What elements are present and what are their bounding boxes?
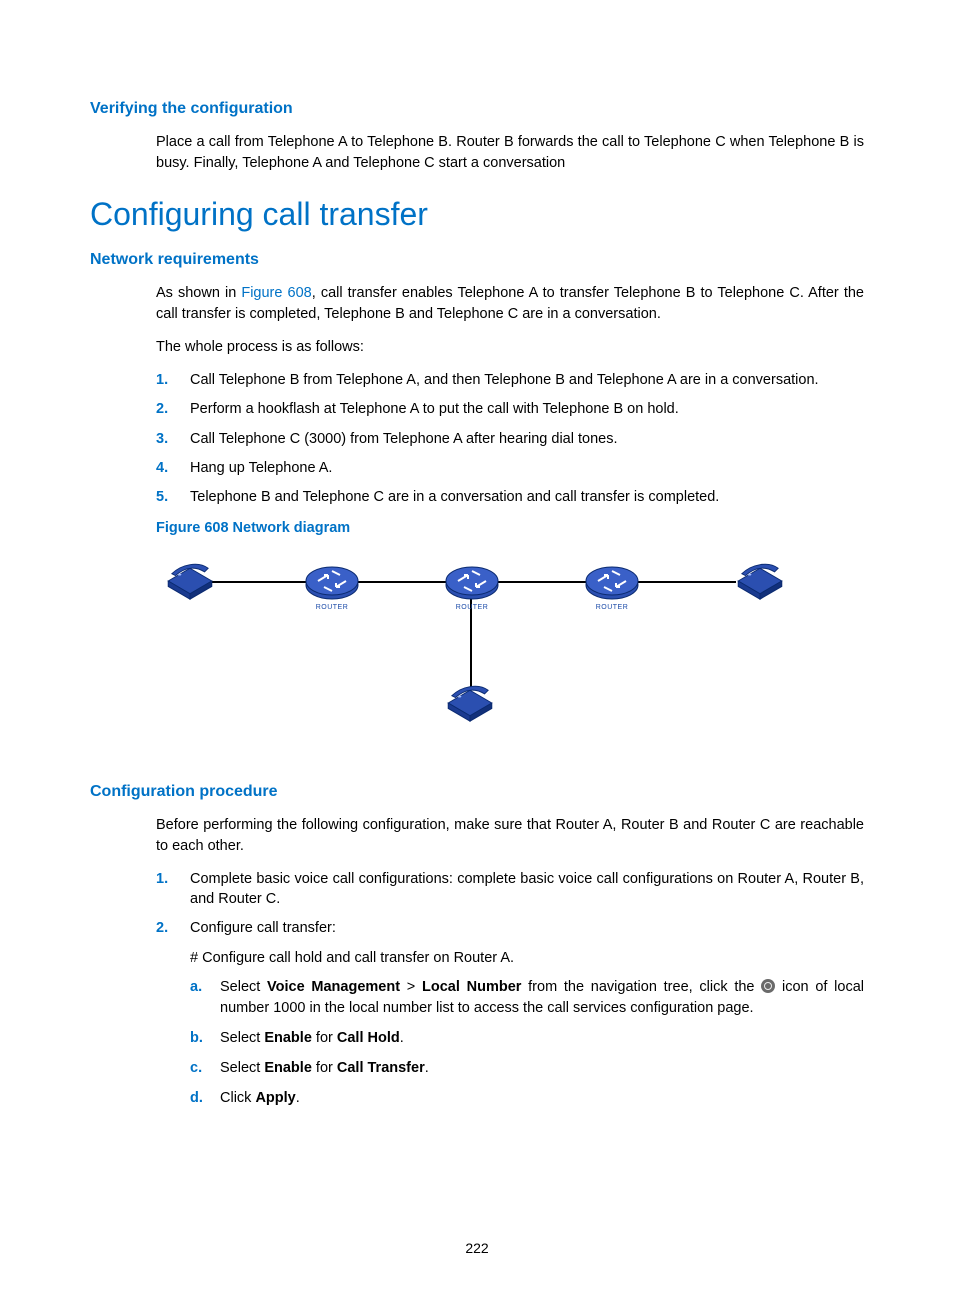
config-list: 1. Complete basic voice call configurati… [156, 869, 864, 1109]
list-item: d. Click Apply. [190, 1088, 864, 1109]
list-marker: 1. [156, 869, 168, 889]
text: from the navigation tree, click the [521, 979, 761, 995]
list-item: 1. Call Telephone B from Telephone A, and… [156, 370, 864, 390]
para-process-intro: The whole process is as follows: [156, 337, 864, 358]
bold-text: Local Number [422, 979, 521, 995]
router-icon: ROUTER [584, 563, 640, 603]
list-text: Telephone B and Telephone C are in a con… [190, 489, 719, 505]
text: . [400, 1030, 404, 1046]
heading-network-requirements: Network requirements [90, 251, 864, 269]
diagram-line [206, 581, 306, 583]
text: Select [220, 1030, 264, 1046]
text: Select [220, 979, 267, 995]
router-label: ROUTER [316, 603, 349, 613]
list-marker: 4. [156, 458, 168, 478]
list-item: 4. Hang up Telephone A. [156, 458, 864, 478]
bold-text: Enable [264, 1030, 312, 1046]
router-label: ROUTER [596, 603, 629, 613]
diagram-line [496, 581, 586, 583]
text: for [312, 1060, 337, 1076]
settings-icon [761, 979, 775, 993]
process-list: 1. Call Telephone B from Telephone A, and… [156, 370, 864, 507]
diagram-line [636, 581, 736, 583]
heading-verifying: Verifying the configuration [90, 100, 864, 118]
list-item: 5. Telephone B and Telephone C are in a c… [156, 487, 864, 507]
network-diagram: ROUTER ROUTER ROUTER [156, 553, 796, 753]
sub-list: a. Select Voice Management > Local Numbe… [190, 977, 864, 1109]
phone-icon [442, 683, 498, 723]
list-text: Complete basic voice call configurations… [190, 871, 864, 907]
para-cp-intro: Before performing the following configur… [156, 815, 864, 857]
list-item: c. Select Enable for Call Transfer. [190, 1058, 864, 1079]
list-marker: 1. [156, 370, 168, 390]
list-text: Call Telephone B from Telephone A, and t… [190, 372, 819, 388]
list-text: Configure call transfer: [190, 920, 336, 936]
list-text: Call Telephone C (3000) from Telephone A… [190, 431, 618, 447]
text: As shown in [156, 285, 241, 301]
list-item: a. Select Voice Management > Local Numbe… [190, 977, 864, 1019]
list-item: 1. Complete basic voice call configurati… [156, 869, 864, 910]
figure-link[interactable]: Figure 608 [241, 285, 311, 301]
list-item: 2. Configure call transfer: # Configure … [156, 918, 864, 1109]
text: Click [220, 1090, 255, 1106]
list-marker: c. [190, 1058, 202, 1079]
heading-configuring-call-transfer: Configuring call transfer [90, 196, 864, 233]
list-item: b. Select Enable for Call Hold. [190, 1028, 864, 1049]
page-number: 222 [0, 1240, 954, 1256]
list-marker: 2. [156, 918, 168, 938]
bold-text: Enable [264, 1060, 312, 1076]
phone-icon [732, 561, 788, 601]
phone-icon [162, 561, 218, 601]
list-text: Perform a hookflash at Telephone A to pu… [190, 401, 679, 417]
figure-caption: Figure 608 Network diagram [156, 518, 864, 539]
text: . [425, 1060, 429, 1076]
bold-text: Voice Management [267, 979, 400, 995]
para-nr-intro: As shown in Figure 608, call transfer en… [156, 283, 864, 325]
bold-text: Call Hold [337, 1030, 400, 1046]
heading-config-procedure: Configuration procedure [90, 783, 864, 801]
list-item: 2. Perform a hookflash at Telephone A to … [156, 399, 864, 419]
text: . [296, 1090, 300, 1106]
text: for [312, 1030, 337, 1046]
list-text: Hang up Telephone A. [190, 460, 332, 476]
list-marker: 2. [156, 399, 168, 419]
router-icon: ROUTER [444, 563, 500, 603]
diagram-line [356, 581, 446, 583]
text: Select [220, 1060, 264, 1076]
list-item: 3. Call Telephone C (3000) from Telephone… [156, 429, 864, 449]
text: > [400, 979, 422, 995]
list-marker: d. [190, 1088, 203, 1109]
list-marker: a. [190, 977, 202, 998]
router-label: ROUTER [456, 603, 489, 613]
para-verifying: Place a call from Telephone A to Telepho… [156, 132, 864, 174]
bold-text: Apply [255, 1090, 295, 1106]
list-marker: b. [190, 1028, 203, 1049]
list-marker: 5. [156, 487, 168, 507]
step-note: # Configure call hold and call transfer … [190, 948, 864, 968]
router-icon: ROUTER [304, 563, 360, 603]
bold-text: Call Transfer [337, 1060, 425, 1076]
list-marker: 3. [156, 429, 168, 449]
